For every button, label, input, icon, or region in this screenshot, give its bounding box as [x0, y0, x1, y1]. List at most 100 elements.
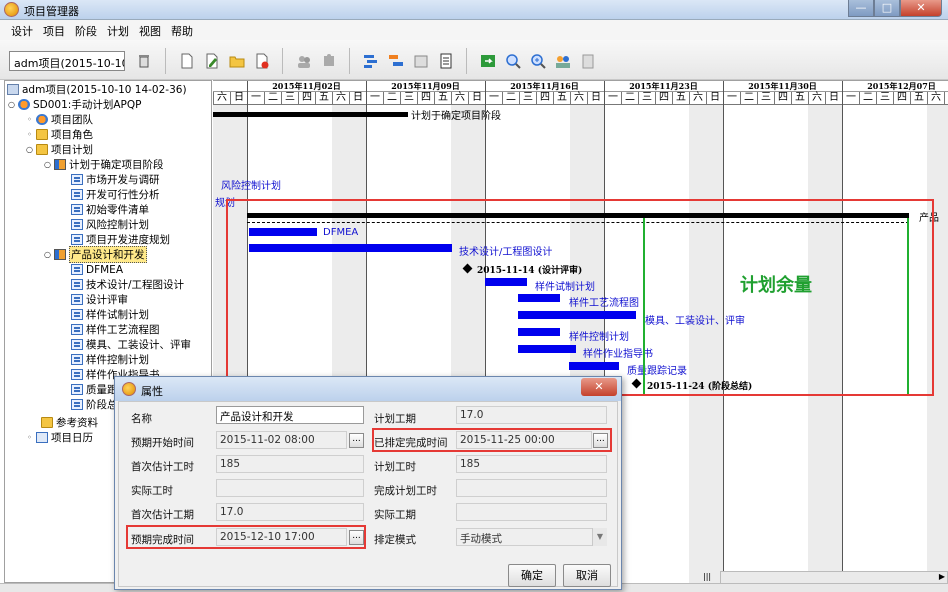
minimize-button[interactable]: — [848, 0, 874, 17]
day-cell: 一 [485, 92, 502, 105]
task-icon [71, 204, 83, 215]
day-cell: 四 [417, 92, 434, 105]
risk-label: 风险控制计划 [221, 181, 281, 192]
tree-node-references[interactable]: 参考资料 [41, 415, 98, 430]
expand-icon[interactable]: ○ [7, 100, 16, 109]
day-cell: 一 [723, 92, 740, 105]
tree-node-project[interactable]: ○ SD001:手动计划APQP [7, 97, 141, 112]
day-cell: 二 [859, 92, 876, 105]
outline-icon[interactable] [360, 50, 382, 72]
task-icon [71, 189, 83, 200]
tree-node-task[interactable]: 样件试制计划 [71, 307, 149, 322]
puzzle-icon[interactable] [318, 50, 340, 72]
tree-node-calendar[interactable]: ◦ 项目日历 [25, 430, 93, 445]
tree-node-phase1[interactable]: ○ 计划于确定项目阶段 [43, 157, 164, 172]
expand-icon[interactable]: ○ [43, 160, 52, 169]
day-cell: 六 [332, 92, 349, 105]
tree-node-task[interactable]: 样件控制计划 [71, 352, 149, 367]
tree-node-root[interactable]: adm项目(2015-10-10 14-02-36) [7, 82, 187, 97]
team-icon[interactable] [293, 50, 315, 72]
folder-icon [36, 144, 48, 155]
plan-period-field: 17.0 [456, 406, 607, 424]
day-cell: 一 [366, 92, 383, 105]
week-header: 2015年11月02日 2015年11月09日 2015年11月16日 2015年11… [213, 81, 948, 92]
document-icon[interactable] [435, 50, 457, 72]
week-label: 2015年11月30日 [748, 81, 817, 91]
menu-design[interactable]: 设计 [6, 20, 38, 40]
zoom-in-icon[interactable] [527, 50, 549, 72]
tree-node-task[interactable]: 模具、工装设计、评审 [71, 337, 191, 352]
tree-node-task[interactable]: 风险控制计划 [71, 217, 149, 232]
refresh-icon[interactable] [477, 50, 499, 72]
tree-node-task[interactable]: 技术设计/工程图设计 [71, 277, 184, 292]
menu-plan[interactable]: 计划 [102, 20, 134, 40]
expand-icon[interactable]: ○ [25, 145, 34, 154]
day-cell: 六 [451, 92, 468, 105]
schedule-mode-select[interactable]: 手动模式 [456, 528, 607, 546]
week-label: 2015年11月02日 [272, 81, 341, 91]
chevron-down-icon[interactable]: ▼ [592, 528, 607, 546]
day-cell: 三 [400, 92, 417, 105]
day-cell: 四 [298, 92, 315, 105]
menu-phase[interactable]: 阶段 [70, 20, 102, 40]
tree-node-task[interactable]: 初始零件清单 [71, 202, 149, 217]
expected-start-picker-button[interactable]: ... [349, 433, 364, 448]
tree-node-plan[interactable]: ○ 项目计划 [25, 142, 93, 157]
collapse-toggle-icon[interactable]: ◦ [25, 433, 34, 442]
tree-node-task[interactable]: 市场开发与调研 [71, 172, 160, 187]
day-cell: 六 [808, 92, 825, 105]
team-icon [36, 114, 48, 125]
expected-start-field: 2015-11-02 08:00 [216, 431, 347, 449]
phase1-summary-bar[interactable] [213, 112, 408, 117]
dialog-close-button[interactable]: ✕ [581, 378, 617, 396]
root-icon [7, 84, 19, 95]
remove-file-icon[interactable] [251, 50, 273, 72]
task-icon [71, 324, 83, 335]
calendar-icon[interactable] [410, 50, 432, 72]
day-cell: 二 [264, 92, 281, 105]
dialog-app-icon [122, 382, 136, 396]
menu-help[interactable]: 帮助 [166, 20, 198, 40]
project-selector[interactable]: adm项目(2015-10-10 [9, 51, 125, 71]
day-cell: 二 [740, 92, 757, 105]
open-folder-icon[interactable] [226, 50, 248, 72]
ok-button[interactable]: 确定 [508, 564, 556, 587]
actual-period-label: 实际工期 [374, 509, 416, 521]
tree-node-task[interactable]: 项目开发进度规划 [71, 232, 170, 247]
day-cell: 日 [468, 92, 485, 105]
task-icon [71, 294, 83, 305]
task-icon [71, 339, 83, 350]
zoom-out-icon[interactable] [502, 50, 524, 72]
day-cell: 四 [655, 92, 672, 105]
menu-project[interactable]: 项目 [38, 20, 70, 40]
task-icon [71, 219, 83, 230]
collapse-toggle-icon[interactable]: ◦ [25, 115, 34, 124]
close-button[interactable]: ✕ [900, 0, 942, 17]
tree-node-task[interactable]: 开发可行性分析 [71, 187, 160, 202]
tree-node-task[interactable]: 设计评审 [71, 292, 128, 307]
week-label: 2015年11月16日 [510, 81, 579, 91]
day-cell: 日 [349, 92, 366, 105]
search-users-icon[interactable] [552, 50, 574, 72]
new-file-icon[interactable] [176, 50, 198, 72]
tree-node-task[interactable]: DFMEA [71, 262, 123, 277]
menu-view[interactable]: 视图 [134, 20, 166, 40]
name-input[interactable]: 产品设计和开发 [216, 406, 364, 424]
expand-icon[interactable]: ○ [43, 250, 52, 259]
scroll-right-icon[interactable]: ▶ [939, 572, 945, 581]
tree-node-phase2[interactable]: ○ 产品设计和开发 [43, 246, 147, 263]
cancel-button[interactable]: 取消 [563, 564, 611, 587]
gantt-icon[interactable] [385, 50, 407, 72]
collapse-toggle-icon[interactable]: ◦ [25, 130, 34, 139]
tree-node-roles[interactable]: ◦ 项目角色 [25, 127, 93, 142]
task-icon [71, 279, 83, 290]
task-icon [71, 264, 83, 275]
tree-node-team[interactable]: ◦ 项目团队 [25, 112, 93, 127]
clipboard-icon[interactable] [577, 50, 599, 72]
day-cell: 三 [757, 92, 774, 105]
day-cell: 六 [213, 92, 230, 105]
maximize-button[interactable]: □ [874, 0, 900, 17]
tree-node-task[interactable]: 样件工艺流程图 [71, 322, 160, 337]
delete-icon[interactable] [133, 50, 155, 72]
edit-icon[interactable] [201, 50, 223, 72]
